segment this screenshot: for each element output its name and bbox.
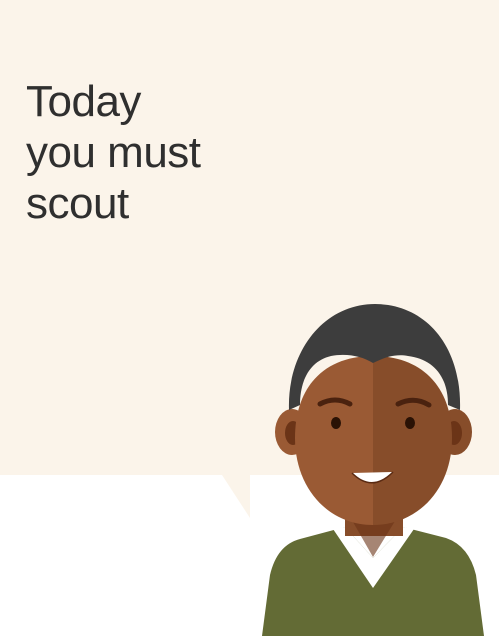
message-line-1: Today [26,77,141,126]
message-line-3: scout [26,179,129,228]
right-eye-icon [405,417,415,429]
message-line-2: you must [26,128,201,177]
illustration-stage: Today you must scout [0,0,499,636]
speech-bubble-message: Today you must scout [26,76,326,229]
left-eye-icon [331,417,341,429]
